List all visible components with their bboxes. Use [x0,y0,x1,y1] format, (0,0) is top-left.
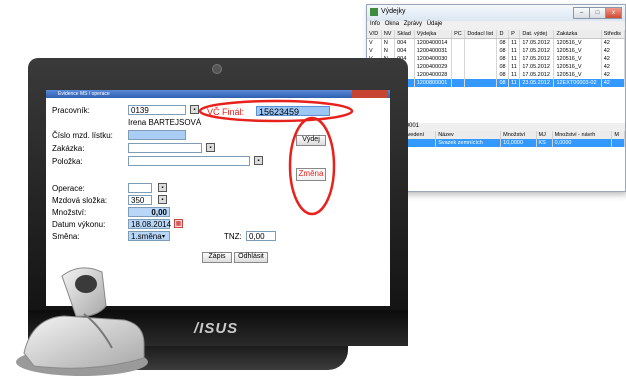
table-cell [464,55,498,63]
table-cell: 120516_V [553,55,602,63]
table-cell: 17.05.2012 [519,55,555,63]
table-cell: V [367,47,382,55]
table-cell: 17.05.2012 [519,47,555,55]
table-cell: 11 [508,47,521,55]
app-icon [370,8,378,16]
detail-table: Provedení Název Množství MJ Množství - n… [397,131,625,147]
col-header[interactable]: Množství - návrh [552,131,613,139]
table-cell: N [381,38,396,47]
table-cell: 08 [496,79,510,87]
table-cell: 08 [496,47,510,55]
table-cell: 42 [601,79,625,87]
detail-header-row: Provedení Název Množství MJ Množství - n… [397,131,625,139]
table-cell: 42 [601,55,625,63]
table-cell: 11 [508,79,521,87]
table-cell: 42 [601,71,625,79]
table-cell: 08 [496,55,510,63]
col-header[interactable]: NV [381,30,396,39]
table-cell: 1200400031 [414,47,453,55]
minimize-icon[interactable]: – [573,7,590,19]
barcode-scanner-image [16,267,148,376]
menu-info[interactable]: Info [370,21,380,27]
table-cell: 17.05.2012 [519,38,555,47]
col-header[interactable]: PC [451,30,466,39]
table-cell: V [367,38,382,47]
menu-okna[interactable]: Okna [385,21,399,27]
table-cell: 004 [394,47,415,55]
col-header[interactable]: Název [435,131,502,139]
table-cell: 42 [601,47,625,55]
table-cell [451,38,466,47]
buttons-highlight [288,116,336,216]
col-header[interactable]: Dodací list [464,30,498,39]
table-cell [451,63,466,71]
table-cell: 23.05.2012 [519,79,555,87]
table-cell [464,79,498,87]
table-cell: 08 [496,63,510,71]
table-cell [611,139,625,147]
table-cell [451,79,466,87]
col-header[interactable]: Množství [500,131,537,139]
table-cell [464,47,498,55]
table-cell [464,71,498,79]
table-cell [464,38,498,47]
table-cell: 1200400029 [414,63,453,71]
close-icon[interactable]: x [605,7,622,19]
table-cell: 120516_V [553,47,602,55]
maximize-icon[interactable]: □ [589,7,606,19]
table-row[interactable]: V N 004 1200400014 08 11 17.05.2012 120516_V 42 [367,38,625,47]
table-cell [451,47,466,55]
table-cell: 004 [394,38,415,47]
brand-logo: /ISUS [194,320,239,337]
col-header[interactable]: Dat. výdej [519,30,555,39]
menu-zpravy[interactable]: Zprávy [404,21,422,27]
table-cell: KS [536,139,553,147]
col-header[interactable]: Výdejka [414,30,453,39]
table-cell: 08 [496,38,510,47]
table-cell: 120516_V [553,38,602,47]
col-header[interactable]: Zakázka [553,30,602,39]
col-header[interactable]: MJ [536,131,553,139]
table-cell: 1200400014 [414,38,453,47]
table-cell [464,63,498,71]
table-cell: 11 [508,38,521,47]
col-header[interactable]: Sklad [394,30,415,39]
table-cell: 42 [601,63,625,71]
col-header[interactable]: P [508,30,521,39]
table-cell [451,71,466,79]
col-header[interactable]: D [496,30,510,39]
table-cell: 08 [496,71,510,79]
table-cell: 120516_V [553,63,602,71]
vydejky-menubar: Info Okna Zprávy Údaje [367,21,625,30]
table-cell: 1200800001 [414,79,453,87]
vydejky-title: Výdejky [381,8,406,15]
table-cell: 17.05.2012 [519,71,555,79]
detail-row[interactable]: S Svazek zemnících 10,0000 KS 0,0000 [397,139,625,147]
table-cell: Svazek zemnících [435,139,502,147]
table-cell: 12EXT00003-02 [553,79,602,87]
table-cell: N [381,47,396,55]
table-cell: 120516_V [553,71,602,79]
col-header[interactable]: M [611,131,625,139]
table-cell: 11 [508,71,521,79]
vydejky-titlebar: Výdejky – □ x [367,5,625,21]
table-cell: 11 [508,63,521,71]
table-cell: 42 [601,38,625,47]
menu-udaje[interactable]: Údaje [427,21,443,27]
table-cell: 11 [508,55,521,63]
table-row[interactable]: V N 004 1200400031 08 11 17.05.2012 120516_V 42 [367,47,625,55]
table-cell [451,55,466,63]
col-header[interactable]: Středis [601,30,625,39]
table-cell: 0,0000 [552,139,613,147]
table-cell: 1200400028 [414,71,453,79]
table-header-row: V/D NV Sklad Výdejka PC Dodací list D P … [367,30,625,39]
table-cell: 10,0000 [500,139,537,147]
col-header[interactable]: V/D [367,30,382,39]
vc-final-highlight [198,99,354,123]
table-cell: 17.05.2012 [519,63,555,71]
table-cell: 1200400030 [414,55,453,63]
